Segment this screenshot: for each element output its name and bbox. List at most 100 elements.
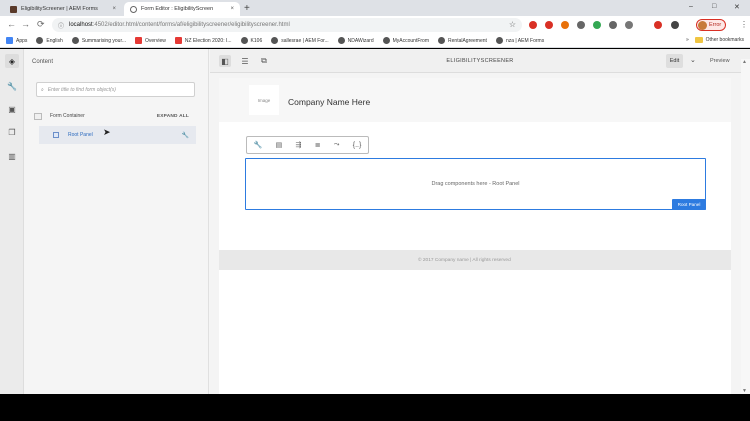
editor-canvas: Image Company Name Here 🔧 ▤ ⇶ ≣ ⤳ {..} D… [210, 73, 750, 394]
extension-icon[interactable] [529, 21, 537, 29]
close-window-button[interactable]: ✕ [734, 3, 740, 11]
form-object-search-input[interactable]: ⌕ Enter title to find form object(s) [36, 82, 195, 97]
close-tab-icon[interactable]: × [230, 6, 234, 12]
wrench-icon[interactable]: 🔧 [182, 132, 189, 139]
profile-error-button[interactable]: Error [696, 19, 727, 31]
scroll-up-icon[interactable]: ▲ [742, 59, 747, 65]
back-button[interactable]: ← [7, 19, 16, 29]
side-rail: ◈ 🔧 ▣ ❐ ▥ [0, 49, 24, 394]
form-footer[interactable]: © 2017 Company name | All rights reserve… [219, 250, 731, 270]
library-icon: ▥ [8, 151, 16, 161]
bookmark-sallesrae[interactable]: sallesrae | AEM For... [271, 37, 329, 44]
bookmark-english[interactable]: English [36, 37, 63, 44]
bookmark-ndawizard[interactable]: NDAWizard [337, 37, 374, 44]
forward-button[interactable]: → [21, 19, 30, 29]
globe-icon [271, 37, 279, 44]
extension-icon[interactable] [561, 21, 569, 29]
browser-menu-icon[interactable]: ⋮ [740, 20, 748, 29]
bookmark-apps[interactable]: Apps [6, 37, 27, 44]
form-container-node[interactable]: Form Container EXPAND ALL [34, 110, 199, 122]
apps-grid-icon [6, 37, 13, 44]
search-icon: ⌕ [41, 86, 44, 93]
globe-icon [36, 37, 44, 44]
globe-icon [495, 37, 503, 44]
extension-icon[interactable] [609, 21, 617, 29]
bookmark-rentalagreement[interactable]: RentalAgreement [438, 37, 487, 44]
rule-editor-icon[interactable]: ⤳ [334, 141, 340, 149]
library-button[interactable]: ▥ [5, 149, 19, 163]
tree-item-root-panel[interactable]: Root Panel 🔧 [39, 126, 196, 144]
form-container-label: Form Container [50, 113, 85, 119]
properties-button[interactable]: 🔧 [5, 79, 19, 93]
puzzle-icon[interactable] [671, 21, 679, 29]
configure-icon[interactable]: 🔧 [254, 141, 263, 149]
reload-button[interactable]: ⟳ [37, 19, 45, 30]
expand-all-button[interactable]: EXPAND ALL [157, 114, 189, 119]
bookmark-label: nza | AEM Forms [505, 37, 545, 44]
adobe-icon [135, 37, 142, 44]
bookmark-label: English [46, 37, 63, 44]
url-bar[interactable]: ⓘ localhost:4502/editor.html/content/for… [52, 18, 522, 32]
more-bookmarks-icon[interactable]: » [686, 37, 689, 43]
chevron-down-icon[interactable]: ⌄ [690, 56, 696, 64]
content-tree-button[interactable]: ◈ [5, 54, 19, 68]
select-parent-icon[interactable]: ≣ [315, 141, 321, 149]
search-placeholder: Enter title to find form object(s) [47, 86, 116, 93]
maximize-button[interactable]: □ [712, 3, 716, 10]
bookmark-label: RentalAgreement [448, 37, 487, 44]
bookmark-k106[interactable]: K106 [240, 37, 262, 44]
folder-icon [694, 37, 703, 43]
url-path: :4502/editor.html/content/forms/af/eligi… [92, 22, 290, 28]
root-panel-tag[interactable]: Root Panel [672, 199, 706, 210]
extension-icon[interactable] [654, 21, 662, 29]
bookmark-label: NZ Election 2020: I... [184, 37, 232, 44]
profile-status: Error [709, 22, 722, 28]
bookmark-label: sallesrae | AEM For... [281, 37, 329, 44]
extension-icon[interactable] [577, 21, 585, 29]
extension-icon[interactable] [593, 21, 601, 29]
tab-title: EligibilityScreener | AEM Forms [21, 6, 98, 12]
bookmark-myaccountfrom[interactable]: MyAccountFrom [382, 37, 430, 44]
mouse-cursor-icon: ➤ [103, 127, 111, 137]
extension-icon[interactable] [625, 21, 633, 29]
tab-eligibilityscreener[interactable]: EligibilityScreener | AEM Forms × [4, 2, 122, 16]
globe-icon [71, 37, 79, 44]
tab-form-editor[interactable]: Form Editor : EligibilityScreen × [124, 2, 240, 16]
extension-icon[interactable] [545, 21, 553, 29]
minimize-button[interactable]: – [689, 3, 693, 10]
close-tab-icon[interactable]: × [112, 6, 116, 12]
edit-mode-button[interactable]: Edit [666, 54, 683, 68]
panel-icon [53, 132, 59, 138]
components-button[interactable]: ❐ [5, 125, 19, 139]
layout-icon[interactable]: ⇶ [296, 141, 302, 149]
code-editor-icon[interactable]: {..} [353, 142, 362, 149]
new-tab-button[interactable]: + [244, 3, 250, 14]
assets-button[interactable]: ▣ [5, 102, 19, 116]
logo-image-placeholder[interactable]: Image [249, 85, 279, 115]
component-toolbar: 🔧 ▤ ⇶ ≣ ⤳ {..} [246, 136, 369, 154]
bookmark-summarising[interactable]: Summarising your... [71, 37, 126, 44]
avatar [698, 20, 707, 30]
bookmark-nz-election[interactable]: NZ Election 2020: I... [174, 37, 232, 44]
dropzone-text: Drag components here - Root Panel [431, 181, 520, 187]
company-name[interactable]: Company Name Here [288, 97, 370, 107]
bookmark-label: MyAccountFrom [392, 37, 430, 44]
site-info-icon[interactable]: ⓘ [58, 21, 64, 30]
aem-favicon-icon [10, 5, 17, 13]
preview-button[interactable]: Preview [710, 58, 730, 64]
panel-properties-icon[interactable]: ▤ [276, 141, 283, 149]
form-header[interactable]: Image Company Name Here [219, 78, 731, 122]
bookmark-label: Apps [16, 37, 28, 44]
editor-topbar: ◧ ☰ ⧉ ELIGIBILITYSCREENER Edit ⌄ Preview [210, 49, 750, 73]
news-icon [174, 37, 182, 44]
page-scrollbar[interactable]: ▲ ▼ [741, 59, 750, 394]
bookmark-nza[interactable]: nza | AEM Forms [495, 37, 545, 44]
bookmark-overview[interactable]: Overview [135, 37, 166, 44]
root-panel-dropzone[interactable]: Drag components here - Root Panel [245, 158, 706, 210]
panel-title: Content [32, 59, 54, 65]
bookmark-label: Summarising your... [81, 37, 126, 44]
other-bookmarks[interactable]: Other bookmarks [694, 37, 744, 43]
bookmark-star-icon[interactable]: ☆ [509, 20, 516, 29]
video-letterbox [0, 394, 750, 421]
address-toolbar: ← → ⟳ ⓘ localhost:4502/editor.html/conte… [0, 16, 750, 34]
